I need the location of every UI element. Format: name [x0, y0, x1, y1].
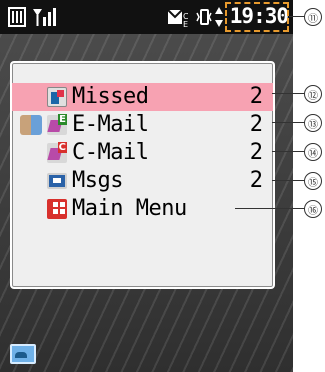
avatar-icon: [20, 115, 42, 135]
menu-item-count: 2: [249, 84, 263, 109]
callout-leader: [235, 208, 305, 209]
menu-item-missed[interactable]: Missed 2: [12, 83, 273, 111]
menu-item-email[interactable]: E-Mail 2: [12, 111, 273, 139]
notification-panel: Missed 2 E-Mail 2 C-Mail 2 Msgs 2 Main M…: [10, 61, 275, 289]
chat-icon: [10, 344, 36, 364]
svg-text:E: E: [183, 20, 188, 27]
status-bar: C E 19:30: [0, 0, 293, 34]
email-icon: [47, 114, 67, 135]
mail-icon: C E: [166, 6, 188, 28]
menu-item-count: 2: [249, 140, 263, 165]
menu-item-label: C-Mail: [72, 140, 149, 165]
phone-screen: C E 19:30 Missed 2 E E-Mail 2 C C-Mail 2…: [0, 0, 293, 372]
sync-icon: [214, 6, 224, 28]
callout-leader: [272, 180, 305, 181]
time-highlight-box: [225, 2, 289, 32]
menu-item-main-menu[interactable]: Main Menu: [12, 195, 273, 223]
signal-icon: [32, 6, 56, 28]
callout-15: ⑮: [304, 172, 322, 190]
menu-item-label: E-Mail: [72, 112, 149, 137]
callout-16: ⑯: [304, 200, 322, 218]
callout-leader: [272, 151, 305, 152]
callout-11: ⑪: [304, 8, 322, 26]
vibrate-icon: [196, 6, 212, 28]
callout-leader: [272, 122, 305, 123]
callout-13: ⑬: [304, 114, 322, 132]
battery-icon: [6, 6, 28, 28]
callout-leader: [272, 93, 305, 94]
main-menu-icon: [47, 199, 67, 219]
menu-item-count: 2: [249, 168, 263, 193]
callout-14: ⑭: [304, 143, 322, 161]
menu-item-label: Main Menu: [72, 196, 187, 221]
messages-icon: [47, 173, 67, 189]
missed-call-icon: [47, 87, 67, 107]
menu-item-label: Msgs: [72, 168, 123, 193]
callout-12: ⑫: [304, 85, 322, 103]
menu-item-label: Missed: [72, 84, 149, 109]
menu-item-cmail[interactable]: C-Mail 2: [12, 139, 273, 167]
cmail-icon: [47, 142, 67, 163]
menu-item-count: 2: [249, 112, 263, 137]
menu-item-msgs[interactable]: Msgs 2: [12, 167, 273, 195]
callout-leader: [289, 16, 305, 17]
